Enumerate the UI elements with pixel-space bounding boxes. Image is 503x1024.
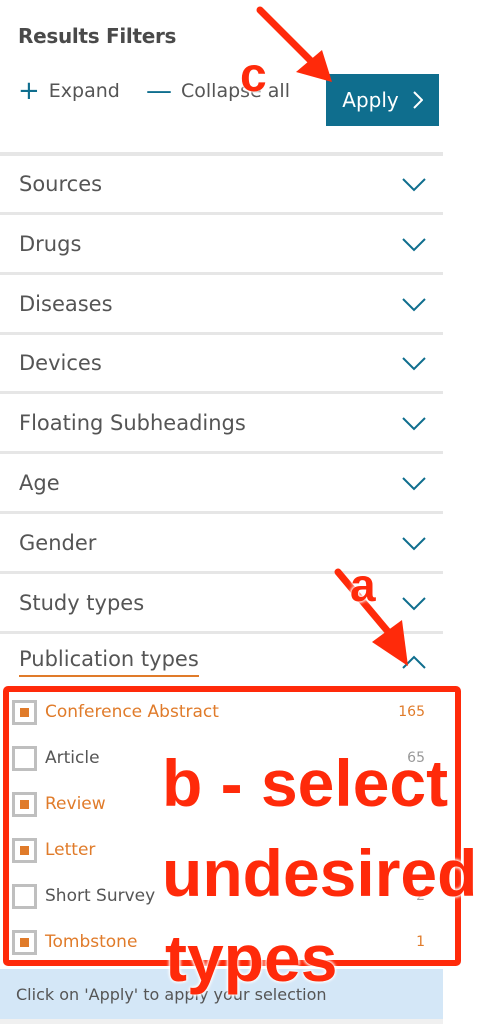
chevron-down-icon[interactable] bbox=[401, 294, 427, 314]
facet-floating-subheadings[interactable]: Floating Subheadings bbox=[0, 395, 443, 451]
collapse-all-button[interactable]: — Collapse all bbox=[146, 78, 290, 104]
chevron-up-icon[interactable] bbox=[401, 652, 427, 672]
facet-label: Gender bbox=[19, 530, 97, 555]
checkbox-checked[interactable] bbox=[12, 837, 37, 863]
publication-type-option[interactable]: Article 65 bbox=[12, 738, 427, 778]
facet-label: Study types bbox=[19, 590, 145, 615]
facet-diseases[interactable]: Diseases bbox=[0, 276, 443, 332]
option-label: Letter bbox=[45, 840, 96, 860]
publication-type-option[interactable]: Tombstone 1 bbox=[12, 922, 427, 962]
divider bbox=[0, 511, 443, 514]
chevron-down-icon[interactable] bbox=[401, 533, 427, 553]
option-count: 65 bbox=[407, 750, 425, 766]
facet-label: Sources bbox=[19, 172, 103, 196]
checkbox-checked[interactable] bbox=[12, 791, 37, 817]
facet-sources[interactable]: Sources bbox=[0, 156, 443, 212]
option-label: Conference Abstract bbox=[45, 702, 219, 722]
expand-label: Expand bbox=[48, 80, 120, 102]
facet-devices[interactable]: Devices bbox=[0, 335, 443, 391]
facet-label: Drugs bbox=[19, 231, 82, 256]
facet-label: Age bbox=[19, 471, 60, 495]
chevron-down-icon[interactable] bbox=[401, 593, 427, 613]
publication-type-option[interactable]: Review bbox=[12, 784, 427, 824]
plus-icon: + bbox=[18, 76, 40, 106]
facet-drugs[interactable]: Drugs bbox=[0, 216, 443, 272]
checkbox-checked[interactable] bbox=[12, 699, 37, 725]
collapse-label: Collapse all bbox=[181, 80, 290, 102]
chevron-down-icon[interactable] bbox=[401, 473, 427, 493]
publication-type-option[interactable]: Short Survey 2 bbox=[12, 876, 427, 916]
apply-hint-text: Click on 'Apply' to apply your selection bbox=[16, 984, 327, 1004]
chevron-down-icon[interactable] bbox=[401, 413, 427, 433]
chevron-down-icon[interactable] bbox=[401, 174, 427, 194]
option-label: Review bbox=[45, 794, 106, 814]
option-label: Article bbox=[45, 748, 100, 768]
apply-label: Apply bbox=[342, 88, 399, 112]
divider bbox=[0, 391, 443, 395]
chevron-down-icon[interactable] bbox=[401, 234, 427, 254]
divider bbox=[0, 630, 443, 634]
divider bbox=[0, 212, 443, 215]
divider bbox=[0, 451, 443, 455]
option-count: 1 bbox=[416, 934, 425, 950]
facet-label: Floating Subheadings bbox=[19, 411, 246, 436]
minus-icon: — bbox=[146, 76, 172, 106]
apply-hint: Click on 'Apply' to apply your selection bbox=[0, 969, 443, 1019]
chevron-right-icon bbox=[413, 91, 423, 109]
panel-title: Results Filters bbox=[18, 24, 177, 48]
option-count: 2 bbox=[416, 888, 425, 904]
annotation-arrow-c bbox=[256, 6, 332, 82]
option-label: Tombstone bbox=[45, 932, 138, 952]
publication-type-option[interactable]: Conference Abstract 165 bbox=[12, 692, 427, 732]
facet-gender[interactable]: Gender bbox=[0, 515, 443, 571]
divider bbox=[0, 570, 443, 574]
facet-label: Diseases bbox=[19, 291, 113, 316]
divider bbox=[0, 271, 443, 275]
option-count: 165 bbox=[398, 704, 425, 720]
facet-label: Devices bbox=[19, 351, 102, 376]
facet-label: Publication types bbox=[19, 647, 199, 678]
publication-type-option[interactable]: Letter bbox=[12, 830, 427, 870]
divider bbox=[0, 331, 443, 335]
option-label: Short Survey bbox=[45, 886, 156, 906]
checkbox-unchecked[interactable] bbox=[12, 745, 37, 771]
facet-study-types[interactable]: Study types bbox=[0, 575, 443, 631]
facet-publication-types[interactable]: Publication types bbox=[0, 634, 443, 690]
checkbox-unchecked[interactable] bbox=[12, 883, 37, 909]
expand-all-button[interactable]: + Expand bbox=[18, 78, 120, 104]
facet-age[interactable]: Age bbox=[0, 455, 443, 511]
divider bbox=[0, 1019, 443, 1024]
checkbox-checked[interactable] bbox=[12, 929, 37, 955]
chevron-down-icon[interactable] bbox=[401, 353, 427, 373]
apply-button[interactable]: Apply bbox=[326, 74, 439, 126]
